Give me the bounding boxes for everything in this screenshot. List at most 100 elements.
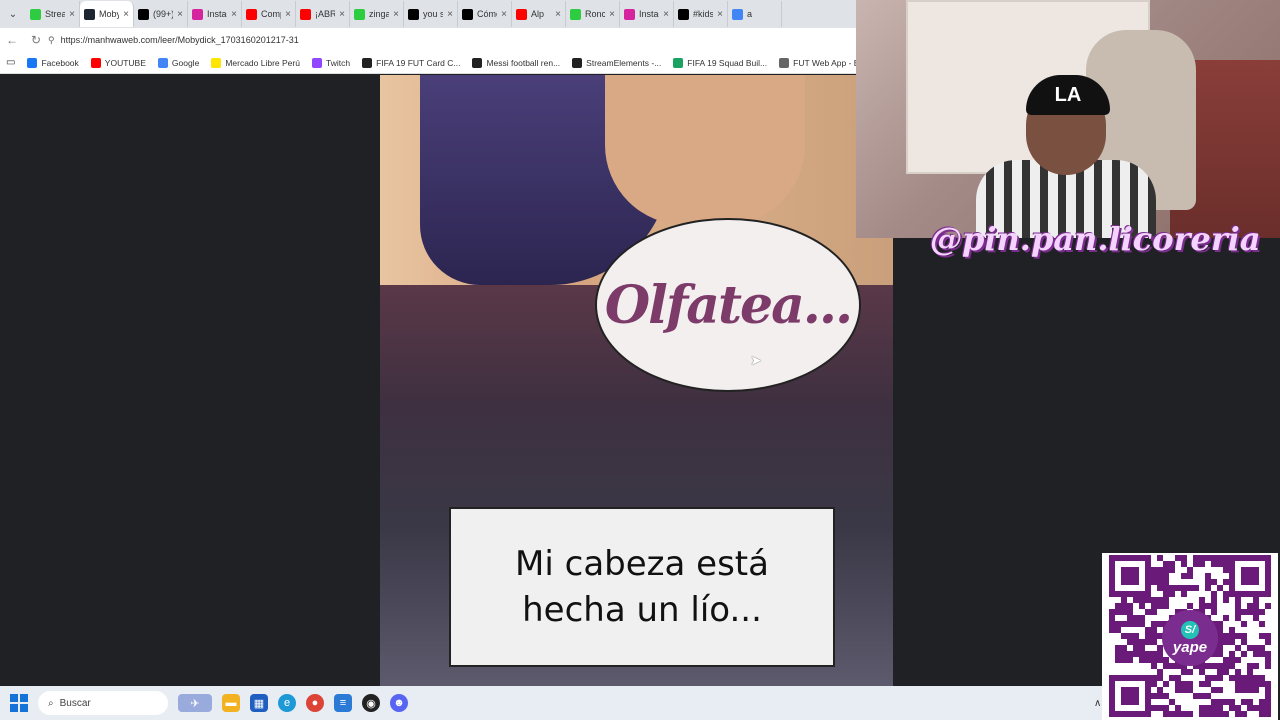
- tray-chevron-icon[interactable]: ∧: [1094, 698, 1101, 709]
- tab-favicon-icon: [408, 8, 419, 20]
- bookmark-label: FIFA 19 FUT Card C...: [376, 57, 461, 68]
- tab-close-icon[interactable]: ×: [447, 9, 453, 20]
- discord-icon[interactable]: ☻: [390, 694, 408, 712]
- tab-close-icon[interactable]: ×: [69, 9, 75, 20]
- tab-label: (99+)Já: [153, 9, 173, 19]
- caption-line-1: Mi cabeza está: [515, 544, 769, 584]
- windows-start-icon[interactable]: [10, 694, 28, 712]
- store-icon[interactable]: ▦: [250, 694, 268, 712]
- bookmark-label: FIFA 19 Squad Buil...: [687, 57, 768, 68]
- tab-label: Compi: [261, 9, 281, 19]
- tab-label: ¡ABRIE: [315, 9, 335, 19]
- tab-favicon-icon: [138, 8, 149, 20]
- bookmark-item[interactable]: YOUTUBE: [90, 57, 146, 68]
- bookmark-favicon-icon: [779, 57, 790, 68]
- tab-close-icon[interactable]: ×: [123, 9, 129, 20]
- tab-favicon-icon: [30, 8, 41, 20]
- url-field[interactable]: https://manhwaweb.com/leer/Mobydick_1703…: [61, 35, 299, 45]
- browser-tab[interactable]: Compi ×: [242, 1, 296, 27]
- speech-bubble: Olfatea...: [595, 218, 861, 392]
- bookmark-item[interactable]: Mercado Libre Perú: [211, 57, 300, 68]
- tab-close-icon[interactable]: ×: [663, 9, 669, 20]
- widgets-plane-icon[interactable]: ✈: [178, 694, 212, 712]
- back-icon[interactable]: ←: [0, 33, 24, 47]
- address-bar: ← ↻ ⚲ https://manhwaweb.com/leer/Mobydic…: [0, 28, 858, 52]
- tab-label: Instag: [639, 9, 659, 19]
- tab-close-icon[interactable]: ×: [501, 9, 507, 20]
- bookmark-label: Messi football ren...: [486, 57, 561, 68]
- browser-tab[interactable]: Alp ×: [512, 1, 566, 27]
- browser-tab[interactable]: Moby ×: [80, 1, 134, 27]
- browser-tab[interactable]: ¡ABRIE ×: [296, 1, 350, 27]
- bookmark-label: StreamElements -...: [586, 57, 662, 68]
- tab-label: Alp: [531, 9, 545, 19]
- tab-list-button[interactable]: ⌄: [0, 0, 26, 28]
- bookmark-favicon-icon: [673, 57, 684, 68]
- bookmark-item[interactable]: FIFA 19 Squad Buil...: [673, 57, 768, 68]
- bookmark-label: FUT Web App - EA...: [793, 57, 858, 68]
- browser-tab[interactable]: (99+)Já ×: [134, 1, 188, 27]
- tab-label: Ronch: [585, 9, 605, 19]
- browser-tab[interactable]: Instag ×: [620, 1, 674, 27]
- tab-label: a: [747, 9, 753, 19]
- tab-label: Cómo: [477, 9, 497, 19]
- bookmark-favicon-icon: [572, 57, 583, 68]
- browser-tab[interactable]: you se ×: [404, 1, 458, 27]
- tab-favicon-icon: [732, 8, 743, 20]
- reading-list-icon[interactable]: ▭: [6, 57, 15, 68]
- bookmark-item[interactable]: Messi football ren...: [472, 57, 561, 68]
- bookmark-item[interactable]: FUT Web App - EA...: [779, 57, 858, 68]
- bookmark-label: Google: [171, 57, 200, 68]
- bookmark-label: Mercado Libre Perú: [225, 57, 300, 68]
- tab-close-icon[interactable]: ×: [339, 9, 345, 20]
- browser-tab[interactable]: Cómo ×: [458, 1, 512, 27]
- tab-close-icon[interactable]: ×: [231, 9, 237, 20]
- tab-close-icon[interactable]: ×: [177, 9, 183, 20]
- browser-tab[interactable]: #kidsc ×: [674, 1, 728, 27]
- bookmark-item[interactable]: Twitch: [311, 57, 351, 68]
- tab-close-icon[interactable]: ×: [609, 9, 615, 20]
- bookmark-favicon-icon: [211, 57, 222, 68]
- browser-tab[interactable]: Stream ×: [26, 1, 80, 27]
- tab-close-icon[interactable]: ×: [717, 9, 723, 20]
- reload-icon[interactable]: ↻: [24, 33, 48, 47]
- tab-favicon-icon: [678, 8, 689, 20]
- mouse-cursor-icon: ➤: [750, 352, 762, 368]
- browser-tab[interactable]: Ronch ×: [566, 1, 620, 27]
- bookmark-item[interactable]: StreamElements -...: [572, 57, 662, 68]
- notepad-icon[interactable]: ≡: [334, 694, 352, 712]
- browser-tab[interactable]: zingar ×: [350, 1, 404, 27]
- yape-logo: S/ yape: [1162, 610, 1218, 666]
- tab-favicon-icon: [246, 8, 257, 20]
- tab-close-icon[interactable]: ×: [393, 9, 399, 20]
- chrome-icon[interactable]: ●: [306, 694, 324, 712]
- taskbar-search[interactable]: ⌕ Buscar: [38, 691, 168, 715]
- taskbar-search-placeholder: Buscar: [59, 697, 91, 709]
- tab-close-icon[interactable]: ×: [285, 9, 291, 20]
- edge-icon[interactable]: e: [278, 694, 296, 712]
- bookmark-item[interactable]: FIFA 19 FUT Card C...: [362, 57, 461, 68]
- tab-close-icon[interactable]: ×: [555, 9, 561, 20]
- bookmark-label: Twitch: [325, 57, 351, 68]
- bookmark-item[interactable]: Google: [157, 57, 200, 68]
- speech-bubble-text: Olfatea...: [604, 274, 853, 336]
- bookmarks-bar: ▭ Facebook YOUTUBE Google Mercado Libre Per…: [0, 52, 858, 74]
- tab-favicon-icon: [192, 8, 203, 20]
- browser-tab[interactable]: a: [728, 1, 782, 27]
- bookmark-favicon-icon: [472, 57, 483, 68]
- browser-tab[interactable]: Instag ×: [188, 1, 242, 27]
- comic-hand-art: [605, 75, 805, 225]
- tab-label: you se: [423, 9, 443, 19]
- yape-brand-text: yape: [1172, 638, 1208, 656]
- bookmark-item[interactable]: Facebook: [27, 57, 79, 68]
- bookmark-favicon-icon: [90, 57, 101, 68]
- obs-icon[interactable]: ◉: [362, 694, 380, 712]
- tab-label: #kidsc: [693, 9, 713, 19]
- file-explorer-icon[interactable]: ▬: [222, 694, 240, 712]
- tab-favicon-icon: [84, 8, 95, 20]
- tab-label: Stream: [45, 9, 65, 19]
- bookmark-favicon-icon: [157, 57, 168, 68]
- bookmark-favicon-icon: [362, 57, 373, 68]
- site-info-icon[interactable]: ⚲: [48, 35, 55, 46]
- tab-label: Moby: [99, 9, 120, 19]
